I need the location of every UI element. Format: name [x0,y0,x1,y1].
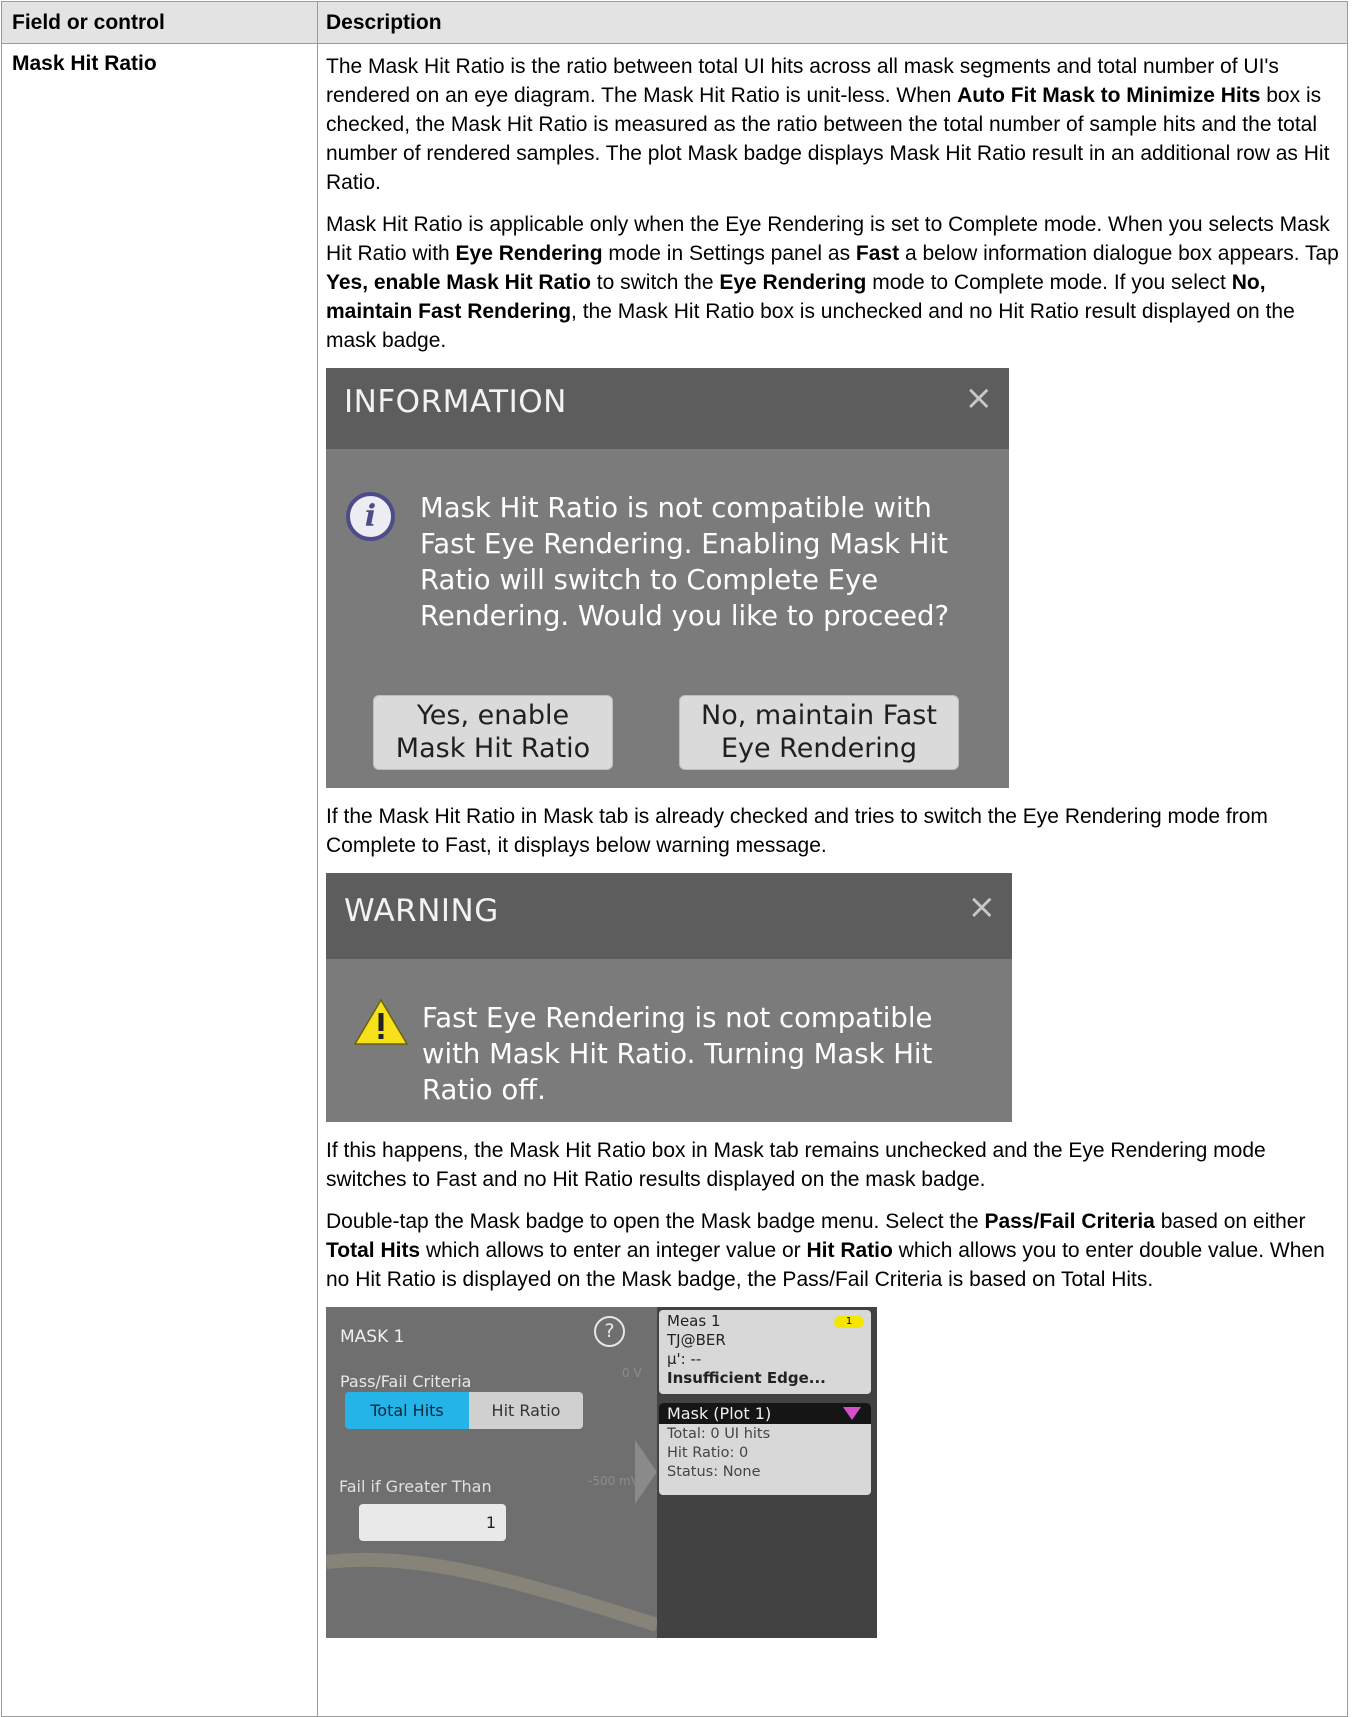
description-cell: The Mask Hit Ratio is the ratio between … [317,43,1348,1717]
axis-label-mid: -500 mV [588,1474,639,1488]
header-field-or-control: Field or control [1,1,318,44]
para1-bold-auto-fit: Auto Fit Mask to Minimize Hits [957,84,1261,107]
meas-badge[interactable]: Meas 1 1 TJ@BER μ': -- Insufficient Edge… [659,1310,871,1394]
mask-menu-title: MASK 1 [340,1327,405,1347]
no-button-line-2: Eye Rendering [720,733,918,764]
para2-bold-fast: Fast [855,242,900,265]
hit-ratio-option[interactable]: Hit Ratio [469,1392,583,1429]
para2-text-3: a below information dialogue box appears… [899,242,1339,265]
yes-button-line-2: Mask Hit Ratio [395,733,591,764]
yes-button-line-1: Yes, enable [416,700,570,731]
no-button-line-1: No, maintain Fast [701,700,937,731]
meas-badge-line-2: μ': -- [667,1350,702,1368]
yes-enable-mask-hit-ratio-button[interactable]: Yes, enable Mask Hit Ratio [373,695,613,770]
mask-plot-badge[interactable]: Mask (Plot 1) Total: 0 UI hits Hit Ratio… [659,1403,871,1495]
description-table: Field or control Description Mask Hit Ra… [1,1,1348,1717]
paragraph-mask-hit-ratio-definition: The Mask Hit Ratio is the ratio between … [326,52,1339,197]
fail-if-greater-than-label: Fail if Greater Than [339,1477,492,1496]
table-row: Mask Hit Ratio The Mask Hit Ratio is the… [1,43,1348,1717]
help-icon[interactable]: ? [594,1316,625,1347]
no-maintain-fast-rendering-button[interactable]: No, maintain Fast Eye Rendering [679,695,959,770]
warning-dialog-message: Fast Eye Rendering is not compatible wit… [422,1002,933,1106]
warning-dialog-header: WARNING × [326,873,1012,959]
information-dialog-message: Mask Hit Ratio is not compatible with Fa… [420,492,950,632]
mask-badge-screenshot: MASK 1 ? 0 V Pass/Fail Criteria Total Hi… [326,1307,877,1638]
para5-text-1: Double-tap the Mask badge to open the Ma… [326,1210,985,1233]
close-icon[interactable]: × [965,381,994,415]
paragraph-eye-rendering-requirement: Mask Hit Ratio is applicable only when t… [326,210,1339,355]
para5-bold-hit-ratio: Hit Ratio [806,1239,893,1262]
mask-badge-body: Total: 0 UI hits Hit Ratio: 0 Status: No… [659,1424,871,1483]
field-name-mask-hit-ratio: Mask Hit Ratio [1,43,318,1717]
para5-bold-pass-fail: Pass/Fail Criteria [984,1210,1155,1233]
mask-badge-status: Status: None [667,1464,761,1480]
info-icon: i [346,492,395,541]
warning-dialog: WARNING × Fast Eye Rendering is not comp… [326,873,1012,1122]
information-dialog: INFORMATION × i Mask Hit Ratio is not co… [326,368,1009,788]
triangle-down-icon [843,1407,861,1420]
meas-badge-line-3: Insufficient Edge... [667,1369,826,1387]
mask-badge-header: Mask (Plot 1) [659,1403,871,1424]
mask-badge-total: Total: 0 UI hits [667,1426,771,1442]
para2-text-4: to switch the [590,271,720,294]
paragraph-warning-intro: If the Mask Hit Ratio in Mask tab is alr… [326,805,1268,857]
mask-badge-hit-ratio: Hit Ratio: 0 [667,1445,749,1461]
mask-badge-title: Mask (Plot 1) [667,1404,772,1423]
information-dialog-title: INFORMATION [344,384,567,420]
meas-badge-tag: 1 [834,1316,864,1328]
para2-text-2: mode in Settings panel as [602,242,856,265]
axis-label-top: 0 V [622,1366,642,1380]
meas-badge-line-1: TJ@BER [667,1331,726,1349]
paragraph-mask-badge-menu: Double-tap the Mask badge to open the Ma… [326,1207,1339,1294]
para2-bold-eye-rendering-2: Eye Rendering [719,271,867,294]
total-hits-option[interactable]: Total Hits [345,1392,469,1429]
para2-text-5: mode to Complete mode. If you select [866,271,1232,294]
para5-text-3: which allows to enter an integer value o… [420,1239,807,1262]
para5-text-2: based on either [1154,1210,1306,1233]
panel-pointer [635,1440,657,1504]
information-dialog-header: INFORMATION × [326,368,1009,449]
para2-bold-eye-rendering: Eye Rendering [455,242,603,265]
para5-bold-total-hits: Total Hits [326,1239,421,1262]
para2-bold-yes-enable: Yes, enable Mask Hit Ratio [326,271,591,294]
close-icon[interactable]: × [968,890,997,924]
table-header-row: Field or control Description [1,1,1348,44]
mask-menu-panel: MASK 1 ? 0 V Pass/Fail Criteria Total Hi… [326,1307,657,1638]
header-description: Description [317,1,1348,44]
paragraph-warning-result: If this happens, the Mask Hit Ratio box … [326,1139,1266,1191]
warning-dialog-title: WARNING [344,893,499,929]
fail-threshold-input[interactable]: 1 [359,1504,506,1541]
warning-icon [353,998,409,1045]
